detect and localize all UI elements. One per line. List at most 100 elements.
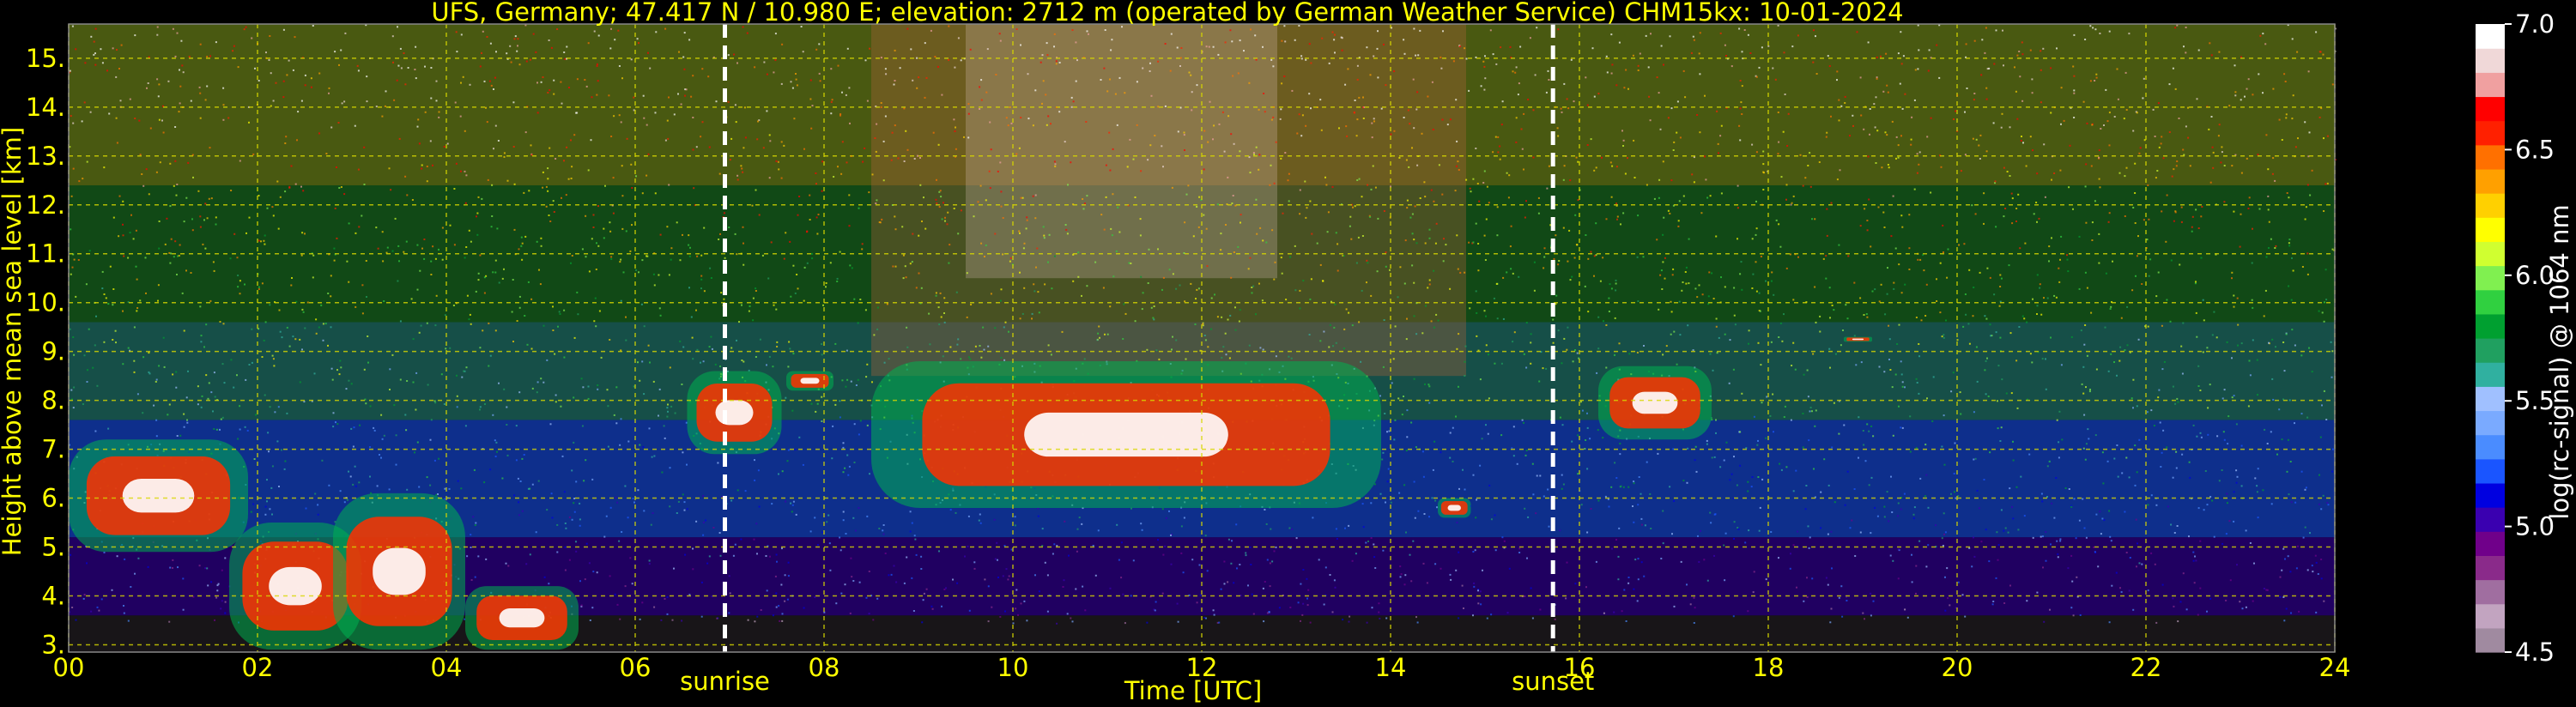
noise-speck [1570, 58, 1573, 61]
noise-speck [1663, 216, 1665, 219]
noise-speck [671, 619, 674, 621]
noise-speck [1284, 152, 1287, 154]
noise-speck [2106, 120, 2109, 123]
noise-speck [367, 361, 369, 364]
noise-speck [73, 386, 76, 389]
noise-speck [186, 421, 189, 424]
noise-speck [1427, 384, 1430, 386]
noise-speck [1249, 172, 1252, 174]
noise-speck [1348, 311, 1350, 314]
noise-speck [1012, 622, 1015, 625]
noise-speck [415, 408, 417, 411]
noise-speck [192, 176, 194, 178]
noise-speck [1249, 546, 1252, 548]
noise-speck [2161, 368, 2164, 371]
noise-speck [2172, 597, 2174, 600]
noise-speck [1965, 43, 1967, 45]
noise-speck [1527, 99, 1530, 100]
noise-speck [1704, 155, 1706, 158]
noise-speck [2036, 274, 2039, 276]
noise-speck [1249, 257, 1252, 259]
noise-speck [1139, 218, 1142, 221]
noise-speck [2081, 383, 2083, 385]
noise-speck [673, 113, 676, 116]
noise-speck [103, 166, 106, 169]
noise-speck [1677, 225, 1680, 227]
noise-speck [272, 215, 275, 217]
noise-speck [1532, 493, 1535, 496]
noise-speck [1289, 256, 1292, 258]
noise-speck [639, 444, 641, 446]
noise-speck [619, 444, 621, 446]
noise-speck [215, 596, 218, 599]
noise-speck [925, 76, 928, 79]
noise-speck [1502, 276, 1505, 279]
noise-speck [1027, 73, 1029, 76]
noise-speck [1900, 63, 1903, 65]
noise-speck [456, 395, 458, 397]
noise-speck [999, 299, 1002, 302]
noise-speck [1585, 76, 1587, 79]
noise-speck [1973, 555, 1976, 558]
noise-speck [1853, 335, 1856, 337]
noise-speck [129, 232, 131, 234]
noise-speck [397, 64, 400, 67]
noise-speck [1476, 311, 1478, 314]
noise-speck [94, 27, 97, 30]
noise-speck [583, 480, 585, 482]
noise-speck [1335, 232, 1337, 234]
noise-speck [1109, 587, 1112, 589]
noise-speck [73, 354, 76, 356]
noise-speck [1615, 279, 1617, 281]
noise-speck [1112, 193, 1114, 196]
noise-speck [2257, 394, 2258, 396]
noise-speck [2073, 117, 2076, 118]
noise-speck [793, 118, 796, 120]
noise-speck [2176, 525, 2179, 527]
noise-speck [1625, 620, 1627, 622]
noise-speck [2197, 613, 2199, 616]
noise-speck [849, 612, 852, 614]
noise-speck [677, 500, 680, 503]
noise-speck [1287, 179, 1289, 182]
noise-speck [990, 148, 992, 151]
noise-speck [834, 342, 837, 345]
noise-speck [415, 372, 418, 374]
noise-speck [802, 51, 804, 53]
noise-speck [271, 206, 274, 208]
noise-speck [1978, 144, 1980, 147]
noise-speck [2045, 388, 2047, 390]
noise-speck [1180, 47, 1183, 49]
noise-speck [127, 619, 130, 622]
noise-speck [1779, 462, 1781, 465]
noise-speck [2099, 186, 2101, 189]
noise-speck [1724, 579, 1726, 582]
noise-speck [776, 346, 779, 347]
noise-speck [204, 99, 207, 101]
noise-speck [1288, 200, 1290, 202]
noise-speck [2288, 493, 2290, 496]
noise-speck [1628, 353, 1631, 355]
noise-speck [884, 115, 887, 118]
noise-speck [281, 449, 282, 451]
noise-speck [836, 281, 839, 282]
noise-speck [363, 146, 366, 148]
noise-speck [1251, 593, 1253, 595]
noise-speck [909, 511, 912, 513]
noise-speck [1867, 155, 1870, 158]
noise-speck [1639, 52, 1641, 55]
noise-speck [658, 274, 660, 276]
noise-speck [2060, 364, 2063, 366]
noise-speck [269, 304, 271, 306]
noise-speck [1761, 478, 1764, 480]
noise-speck [846, 47, 849, 50]
noise-speck [1925, 474, 1928, 476]
noise-speck [1232, 195, 1234, 196]
noise-speck [2268, 341, 2270, 344]
noise-speck [96, 384, 99, 387]
noise-speck [2288, 242, 2290, 245]
noise-speck [670, 247, 673, 250]
noise-speck [669, 467, 671, 469]
noise-speck [515, 459, 518, 462]
noise-speck [2103, 124, 2105, 126]
